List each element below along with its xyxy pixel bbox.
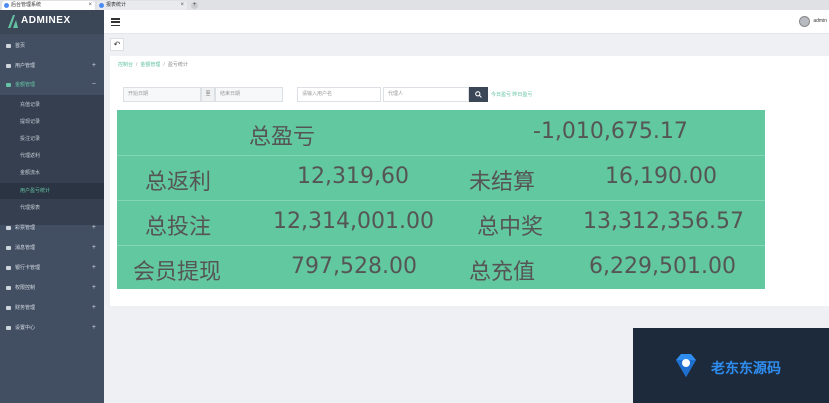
recharge-label: 总充值: [469, 260, 536, 285]
expand-icon: +: [91, 324, 96, 331]
recharge-value: 6,229,501.00: [589, 254, 736, 279]
gear-icon: [6, 326, 11, 330]
tab-title: 报表统计: [106, 2, 127, 8]
expand-icon: +: [91, 62, 96, 69]
breadcrumb-current: 盈亏统计: [167, 62, 188, 68]
sidebar-item-home[interactable]: 首页: [0, 37, 104, 55]
logo[interactable]: ADMINEX: [0, 10, 104, 34]
sidebar-item-users[interactable]: 用户管理 +: [0, 57, 104, 75]
logo-mark-icon: [8, 15, 18, 28]
rebate-label: 总返利: [145, 170, 212, 195]
bet-value: 12,314,001.00: [273, 209, 434, 234]
top-bar: admin: [104, 10, 829, 34]
dollar-icon: [6, 83, 11, 87]
search-icon: [475, 91, 482, 98]
card-icon: [6, 266, 11, 270]
sidebar-item-messages[interactable]: 消息管理 +: [0, 239, 104, 257]
start-date-input[interactable]: 开始日期: [123, 87, 201, 102]
brand-name: ADMINEX: [21, 15, 71, 26]
total-profit-value: -1,010,675.17: [533, 119, 688, 144]
total-profit-label: 总盈亏: [249, 125, 316, 150]
username[interactable]: admin: [813, 18, 827, 24]
sidebar-item-label: 首页: [15, 43, 26, 49]
sidebar-item-label: 消息管理: [15, 245, 36, 251]
close-tab-icon[interactable]: ×: [88, 1, 92, 10]
withdraw-value: 797,528.00: [291, 254, 417, 279]
sidebar-item-label: 金额管理: [15, 82, 36, 88]
sidebar-item-label: 财务管理: [15, 305, 36, 311]
sidebar-item-label: 银行卡管理: [15, 265, 41, 271]
sidebar-item-bank-cards[interactable]: 银行卡管理 +: [0, 259, 104, 277]
expand-icon: +: [91, 284, 96, 291]
rebate-value: 12,319,60: [297, 164, 409, 189]
diamond-logo-icon: [676, 354, 696, 377]
agent-input[interactable]: 代理人: [383, 87, 469, 102]
browser-tab-bar: 后台管理系统 × 报表统计 × +: [0, 0, 829, 10]
expand-icon: +: [91, 304, 96, 311]
prize-label: 总中奖: [477, 215, 544, 240]
submenu-item-agent-report[interactable]: 代理报表: [0, 200, 104, 216]
avatar[interactable]: [799, 16, 810, 27]
ticket-icon: [6, 226, 11, 230]
user-icon: [6, 64, 11, 68]
sidebar-item-label: 权限控制: [15, 285, 36, 291]
watermark-text: 老东东源码: [711, 361, 781, 377]
submenu-item-recharge[interactable]: 充值记录: [0, 97, 104, 113]
sidebar-item-label: 彩票管理: [15, 225, 36, 231]
sidebar-item-finance[interactable]: 财务管理 +: [0, 299, 104, 317]
breadcrumb-parent[interactable]: 金额管理: [140, 62, 160, 68]
sidebar: ADMINEX 首页 用户管理 + 金额管理 − 充值记录 提现记录 投注记录 …: [0, 10, 104, 403]
submenu-item-profit-stats[interactable]: 用户盈亏统计: [0, 183, 104, 199]
sidebar-item-permissions[interactable]: 权限控制 +: [0, 279, 104, 297]
expand-icon: +: [91, 224, 96, 231]
watermark: 老东东源码: [633, 328, 829, 403]
stats-panel: 总盈亏 -1,010,675.17 总返利 12,319,60 未结算 16,1…: [117, 110, 765, 289]
sidebar-submenu: 充值记录 提现记录 投注记录 代理返利 金额流水 用户盈亏统计 代理报表: [0, 95, 104, 225]
prize-value: 13,312,356.57: [583, 209, 744, 234]
breadcrumb: 控制台 / 金额管理 / 盈亏统计: [118, 62, 188, 68]
search-button[interactable]: [469, 87, 488, 102]
breadcrumb-home[interactable]: 控制台: [118, 62, 133, 68]
username-input[interactable]: 请输入用户名: [297, 87, 381, 102]
sidebar-item-label: 设置中心: [15, 325, 36, 331]
tab-title: 后台管理系统: [11, 2, 42, 8]
unsettled-label: 未结算: [469, 170, 536, 195]
lock-icon: [6, 286, 11, 290]
collapse-icon: −: [91, 81, 96, 88]
sidebar-item-label: 用户管理: [15, 63, 36, 69]
unsettled-value: 16,190.00: [605, 164, 717, 189]
expand-icon: +: [91, 244, 96, 251]
submenu-item-flow[interactable]: 金额流水: [0, 165, 104, 181]
close-tab-icon[interactable]: ×: [180, 1, 184, 10]
home-icon: [6, 44, 11, 48]
tab-favicon-icon: [4, 3, 9, 8]
cloud-icon: [6, 306, 11, 310]
quick-date-links[interactable]: 今日盈亏 昨日盈亏: [491, 91, 532, 98]
main-content: 控制台 / 金额管理 / 盈亏统计 开始日期 至 结束日期 请输入用户名 代理人 今日盈…: [110, 56, 829, 306]
sidebar-item-lottery[interactable]: 彩票管理 +: [0, 219, 104, 237]
back-button[interactable]: ↶: [110, 38, 124, 51]
browser-tab-active[interactable]: 后台管理系统 ×: [2, 1, 95, 10]
megaphone-icon: [6, 246, 11, 250]
submenu-item-withdraw[interactable]: 提现记录: [0, 114, 104, 130]
withdraw-label: 会员提现: [133, 260, 222, 285]
tab-favicon-icon: [99, 3, 104, 8]
toolbar: ↶: [104, 34, 829, 56]
browser-tab-inactive[interactable]: 报表统计 ×: [97, 1, 187, 10]
new-tab-button[interactable]: +: [191, 2, 198, 9]
sidebar-item-money[interactable]: 金额管理 −: [0, 76, 104, 94]
end-date-input[interactable]: 结束日期: [215, 87, 283, 102]
expand-icon: +: [91, 264, 96, 271]
menu-toggle-icon[interactable]: [111, 18, 120, 27]
submenu-item-agent-rebate[interactable]: 代理返利: [0, 148, 104, 164]
submenu-item-bets[interactable]: 投注记录: [0, 131, 104, 147]
sidebar-item-settings[interactable]: 设置中心 +: [0, 319, 104, 337]
bet-label: 总投注: [145, 215, 212, 240]
date-range-separator: 至: [201, 87, 215, 102]
